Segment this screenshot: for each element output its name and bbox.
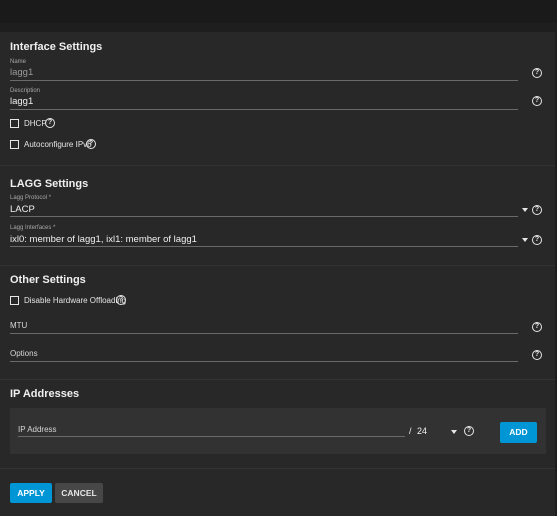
- lagg-interfaces-underline: [10, 246, 518, 247]
- disable-hw-offloading-checkbox[interactable]: [10, 296, 19, 305]
- dhcp-checkbox[interactable]: [10, 119, 19, 128]
- description-help-icon[interactable]: ?: [532, 96, 542, 106]
- mtu-label: MTU: [10, 321, 28, 330]
- options-label: Options: [10, 349, 38, 358]
- interface-settings-title: Interface Settings: [10, 41, 103, 53]
- name-field[interactable]: Name lagg1: [10, 59, 532, 81]
- section-divider: [0, 165, 555, 166]
- options-help-icon[interactable]: ?: [532, 350, 542, 360]
- ip-address-help-icon[interactable]: ?: [464, 426, 474, 436]
- section-divider: [0, 468, 555, 469]
- other-settings-title: Other Settings: [10, 274, 86, 286]
- netmask-value: 24: [417, 426, 428, 436]
- section-divider: [0, 265, 555, 266]
- cancel-button[interactable]: CANCEL: [55, 483, 103, 503]
- ip-address-row: IP Address / 24 ? ADD: [10, 408, 546, 454]
- lagg-protocol-underline: [10, 216, 518, 217]
- apply-button[interactable]: APPLY: [10, 483, 52, 503]
- lagg-protocol-label: Lagg Protocol *: [10, 195, 52, 201]
- lagg-settings-title: LAGG Settings: [10, 178, 89, 190]
- name-value: lagg1: [10, 67, 34, 78]
- ip-address-label: IP Address: [18, 425, 57, 434]
- lagg-interfaces-select[interactable]: Lagg Interfaces * ixl0: member of lagg1,…: [10, 225, 532, 247]
- section-divider: [0, 379, 555, 380]
- description-label: Description: [10, 88, 41, 94]
- lagg-interfaces-label: Lagg Interfaces *: [10, 225, 56, 231]
- mtu-field[interactable]: MTU: [10, 321, 532, 335]
- disable-hw-offloading-help-icon[interactable]: ?: [116, 295, 126, 305]
- lagg-interfaces-caret-down-icon[interactable]: [522, 238, 528, 242]
- autoconfigure-ipv6-label: Autoconfigure IPv6: [24, 140, 92, 149]
- name-underline: [10, 80, 518, 81]
- netmask-caret-down-icon[interactable]: [451, 430, 457, 434]
- add-ip-button[interactable]: ADD: [500, 422, 537, 443]
- lagg-interfaces-value: ixl0: member of lagg1, ixl1: member of l…: [10, 234, 197, 245]
- name-label: Name: [10, 59, 27, 65]
- ip-address-input[interactable]: IP Address: [18, 425, 406, 437]
- lagg-protocol-select[interactable]: Lagg Protocol * LACP: [10, 195, 532, 217]
- netmask-separator: /: [409, 426, 412, 436]
- lagg-protocol-caret-down-icon[interactable]: [522, 208, 528, 212]
- options-underline: [10, 361, 518, 362]
- mtu-underline: [10, 333, 518, 334]
- dhcp-help-icon[interactable]: ?: [45, 118, 55, 128]
- top-bar: [0, 0, 557, 23]
- autoconfigure-ipv6-checkbox[interactable]: [10, 140, 19, 149]
- description-field[interactable]: Description lagg1: [10, 88, 532, 110]
- ip-addresses-title: IP Addresses: [10, 388, 80, 400]
- autoconfigure-ipv6-help-icon[interactable]: ?: [86, 139, 96, 149]
- description-underline: [10, 109, 518, 110]
- ip-address-underline: [18, 436, 405, 437]
- dhcp-label: DHCP: [24, 119, 47, 128]
- description-value: lagg1: [10, 96, 34, 107]
- mtu-help-icon[interactable]: ?: [532, 322, 542, 332]
- disable-hw-offloading-label: Disable Hardware Offloading: [24, 296, 127, 305]
- lagg-protocol-help-icon[interactable]: ?: [532, 205, 542, 215]
- name-help-icon[interactable]: ?: [532, 68, 542, 78]
- lagg-protocol-value: LACP: [10, 204, 35, 215]
- lagg-interfaces-help-icon[interactable]: ?: [532, 235, 542, 245]
- options-field[interactable]: Options: [10, 349, 532, 363]
